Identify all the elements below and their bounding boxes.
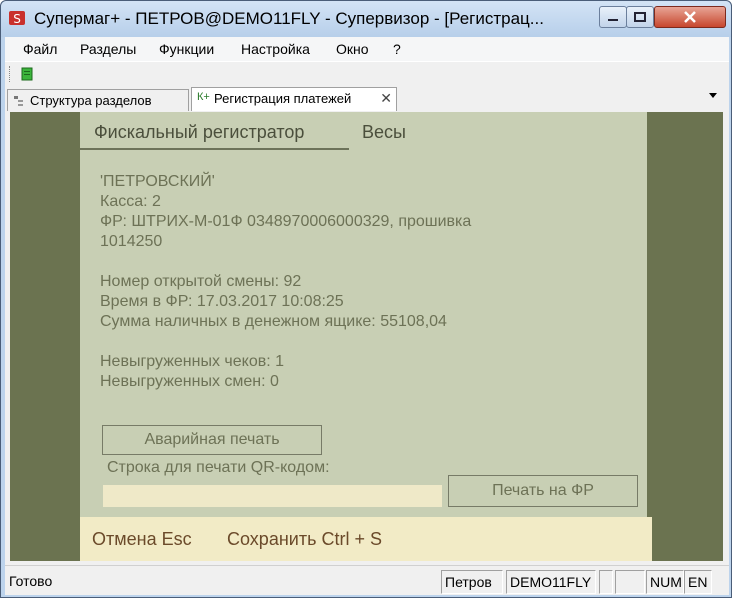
tab-payment-registration[interactable]: К+ Регистрация платежей ✕: [191, 87, 397, 111]
content-left-margin: Фискальный регистратор Весы 'ПЕТРОВСКИЙ'…: [10, 112, 652, 561]
store-name: 'ПЕТРОВСКИЙ': [100, 173, 215, 190]
unsent-shifts: Невыгруженных смен: 0: [100, 373, 279, 390]
menu-sections[interactable]: Разделы: [80, 41, 136, 57]
tab-label: Структура разделов: [30, 93, 152, 108]
unsent-checks: Невыгруженных чеков: 1: [100, 353, 285, 370]
tab-label: Регистрация платежей: [214, 91, 352, 106]
menu-file[interactable]: Файл: [23, 41, 57, 57]
panel-tab-fiscal-registrar[interactable]: Фискальный регистратор: [94, 122, 304, 143]
client-area: Файл Разделы Функции Настройка Окно ? Ст…: [5, 37, 729, 595]
cash-desk: Касса: 2: [100, 193, 161, 210]
fr-model: ФР: ШТРИХ-М-01Ф 0348970006000329, прошив…: [100, 213, 472, 230]
menu-settings[interactable]: Настройка: [241, 41, 310, 57]
title-bar[interactable]: S Супермаг+ - ПЕТРОВ@DEMO11FLY - Суперви…: [1, 1, 731, 37]
app-window: S Супермаг+ - ПЕТРОВ@DEMO11FLY - Суперви…: [0, 0, 732, 598]
toolbar-grip[interactable]: [9, 66, 11, 82]
content-right-margin: [647, 112, 723, 561]
status-database: DEMO11FLY: [506, 570, 596, 594]
status-bar: Готово Петров DEMO11FLY NUM EN: [5, 565, 729, 595]
svg-text:S: S: [13, 12, 21, 26]
menu-functions[interactable]: Функции: [159, 41, 214, 57]
tab-strip: Структура разделов К+ Регистрация платеж…: [5, 85, 729, 111]
minimize-icon: [608, 19, 618, 21]
cancel-button[interactable]: Отмена Esc: [92, 529, 192, 550]
green-document-icon[interactable]: [19, 66, 35, 82]
toolbar: [5, 61, 729, 85]
maximize-icon: [634, 12, 646, 22]
menu-bar: Файл Разделы Функции Настройка Окно ?: [5, 37, 729, 61]
menu-help[interactable]: ?: [393, 41, 401, 57]
status-user: Петров: [441, 570, 503, 594]
status-lang: EN: [684, 570, 712, 594]
status-num: NUM: [646, 570, 684, 594]
qr-input[interactable]: [103, 485, 442, 507]
status-text: Готово: [9, 573, 53, 589]
fr-firmware: 1014250: [100, 233, 163, 250]
minimize-button[interactable]: [599, 6, 627, 28]
tab-structure[interactable]: Структура разделов: [7, 89, 189, 111]
fr-time: Время в ФР: 17.03.2017 10:08:25: [100, 293, 344, 310]
close-icon: [684, 11, 696, 23]
tree-icon: [14, 96, 23, 106]
status-empty-cell-2: [615, 570, 645, 594]
menu-window[interactable]: Окно: [336, 41, 369, 57]
fiscal-panel: Фискальный регистратор Весы 'ПЕТРОВСКИЙ'…: [80, 112, 652, 561]
cash-sum: Сумма наличных в денежном ящике: 55108,0…: [100, 313, 447, 330]
tab-dropdown-icon[interactable]: [709, 93, 717, 98]
shift-number: Номер открытой смены: 92: [100, 273, 302, 290]
close-button[interactable]: [654, 6, 726, 28]
panel-tab-scales[interactable]: Весы: [362, 122, 406, 143]
print-fr-button[interactable]: Печать на ФР: [448, 475, 638, 507]
status-empty-cell: [599, 570, 613, 594]
active-tab-underline: [80, 148, 349, 150]
maximize-button[interactable]: [626, 6, 654, 28]
bottom-action-bar: Отмена Esc Сохранить Ctrl + S: [80, 517, 652, 561]
app-logo-icon: S: [9, 11, 25, 26]
emergency-print-button[interactable]: Аварийная печать: [102, 425, 322, 455]
tab-close-icon[interactable]: ✕: [380, 90, 392, 107]
k-plus-icon: К+: [197, 91, 210, 103]
window-title: Супермаг+ - ПЕТРОВ@DEMO11FLY - Супервизо…: [34, 9, 544, 28]
qr-label: Строка для печати QR-кодом:: [107, 459, 330, 476]
save-button[interactable]: Сохранить Ctrl + S: [227, 529, 382, 550]
